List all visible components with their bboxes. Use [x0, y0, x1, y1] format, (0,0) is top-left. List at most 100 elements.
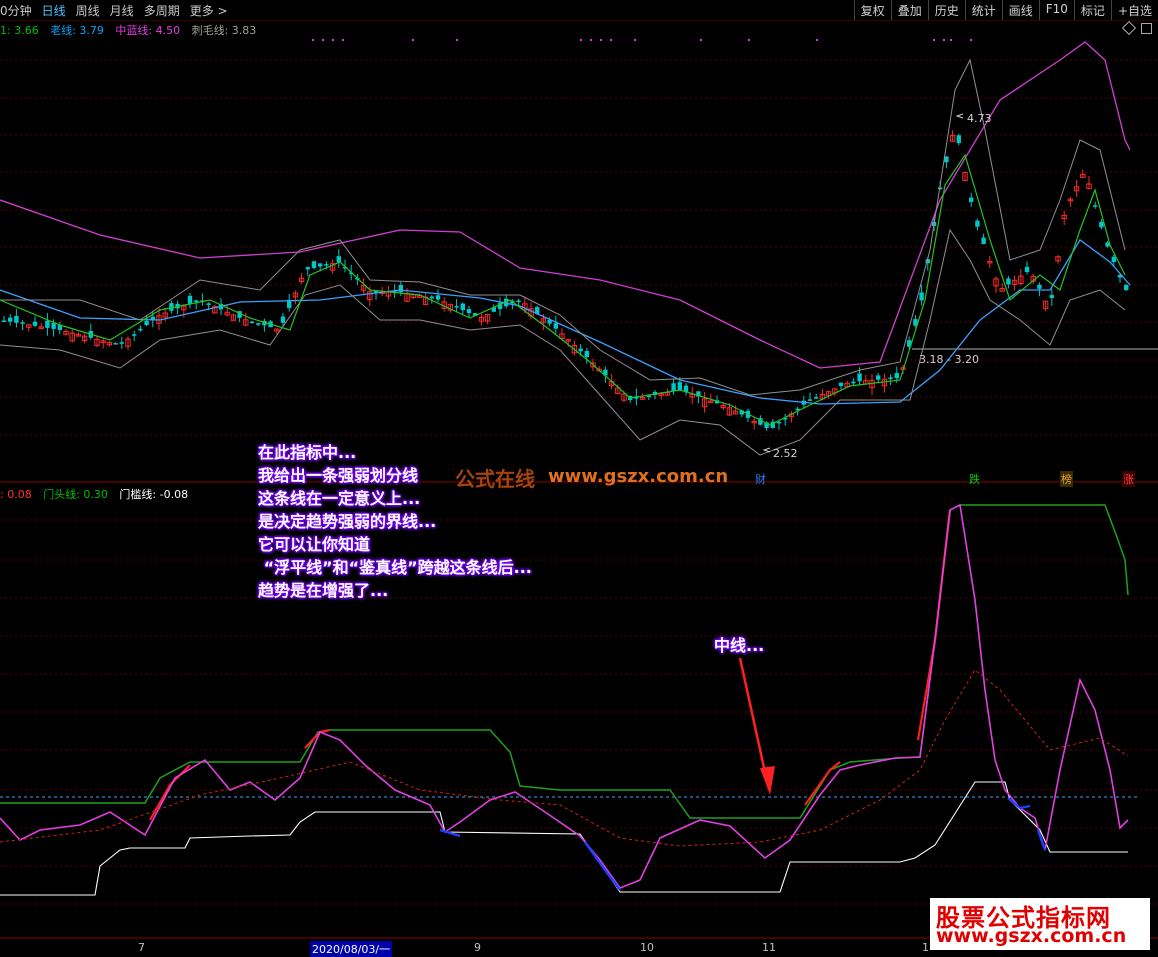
event-marker-up[interactable]: 涨	[1122, 471, 1135, 487]
watermark-url: www.gszx.com.cn	[548, 466, 729, 487]
candle-body	[429, 296, 434, 299]
arrow-head	[760, 766, 775, 795]
spike-line-upper	[0, 58, 1126, 396]
candle-body	[318, 263, 323, 267]
price-range-label: 3.18 - 3.20	[919, 353, 979, 366]
candle-body	[460, 303, 465, 311]
candle-body	[119, 342, 124, 344]
date-tick: 7	[138, 941, 145, 954]
legend-item-value: : 0.08	[0, 488, 32, 501]
legend-item-mid-blue-line: 中蓝线: 4.50	[115, 24, 181, 37]
signal-dot	[342, 39, 344, 41]
candle-body	[876, 375, 881, 380]
signal-dot	[634, 39, 636, 41]
candle-body	[256, 323, 261, 325]
candle-body	[1099, 221, 1104, 228]
candle-body	[138, 328, 143, 331]
signal-dot	[610, 39, 612, 41]
high-pointer-icon	[955, 113, 964, 119]
arrow-shaft	[738, 657, 770, 787]
candle-body	[311, 261, 317, 268]
candle-body	[969, 197, 974, 202]
candle-body	[32, 321, 38, 326]
candle-body	[857, 373, 862, 382]
candle-body	[807, 399, 813, 401]
candle-body	[671, 383, 676, 392]
top-indicator-legend: 1: 3.66 老线: 3.79 中蓝线: 4.50 刺毛线: 3.83	[0, 22, 264, 38]
door-head-line	[0, 504, 1129, 819]
candle-body	[51, 322, 56, 329]
mid-line	[0, 503, 1129, 889]
date-tick: 1	[922, 941, 929, 954]
candle-body	[1, 320, 7, 323]
event-marker-down[interactable]: 跌	[968, 471, 981, 487]
signal-dot	[312, 39, 314, 41]
candle-body	[280, 316, 286, 323]
candle-body	[956, 135, 961, 144]
legend-item-door-line: 门头线: 0.30	[43, 488, 108, 501]
candle-body	[187, 295, 193, 304]
candle-body	[336, 256, 341, 263]
signal-dot	[590, 39, 592, 41]
candle-body	[1093, 205, 1098, 207]
candle-body	[776, 421, 782, 424]
signal-dot	[950, 39, 952, 41]
candle-body	[398, 284, 403, 293]
candle-body	[324, 264, 329, 266]
candle-body	[584, 350, 589, 358]
signal-dot	[748, 39, 750, 41]
low-price-label: 2.52	[773, 447, 798, 460]
event-marker-finance[interactable]: 财	[754, 471, 767, 487]
weak-segment	[439, 828, 461, 838]
candle-body	[894, 372, 899, 379]
candle-body	[677, 382, 682, 391]
legend-item-old-line: 老线: 3.79	[50, 24, 104, 37]
candle-body	[305, 267, 310, 270]
spike-line-lower	[0, 228, 1126, 456]
candle-body	[249, 321, 255, 324]
candle-body	[454, 306, 459, 308]
candle-body	[144, 320, 149, 326]
threshold-line	[0, 781, 1128, 896]
candle-body	[646, 395, 651, 398]
event-marker-rank[interactable]: 榜	[1060, 471, 1073, 487]
candle-body	[1049, 295, 1054, 298]
rise-segment	[916, 509, 952, 741]
legend-item-threshold-line: 门槛线: -0.08	[119, 488, 189, 501]
candle-body	[888, 377, 893, 379]
candle-body	[206, 303, 211, 305]
signal-dot	[700, 39, 702, 41]
signal-dot	[600, 39, 602, 41]
signal-dot	[816, 39, 818, 41]
candle-body	[919, 292, 924, 301]
candle-body	[578, 348, 583, 352]
candle-body	[1006, 278, 1011, 285]
candle-body	[1037, 284, 1042, 289]
signal-dot	[412, 39, 414, 41]
candle-body	[553, 323, 558, 329]
weak-segment	[1007, 797, 1031, 810]
signal-dot	[933, 39, 935, 41]
legend-item-spike-line: 刺毛线: 3.83	[191, 24, 257, 37]
date-tick: 9	[474, 941, 481, 954]
explanation-note: 在此指标中... 我给出一条强弱划分线 这条线在一定意义上... 是决定趋势强弱…	[258, 443, 532, 600]
date-tick: 11	[762, 941, 776, 954]
low-pointer-icon	[762, 447, 771, 453]
date-tick: 10	[640, 941, 654, 954]
ma1-line	[0, 153, 1126, 426]
signal-dot	[332, 39, 334, 41]
midline-note: 中线...	[714, 636, 765, 655]
candle-body	[45, 320, 50, 328]
candle-body	[14, 315, 19, 323]
candle-body	[113, 343, 118, 345]
candle-body	[1124, 284, 1129, 290]
signal-dot	[943, 39, 945, 41]
date-axis: 7 2020/08/03/一 9 10 11 1	[0, 940, 1158, 957]
candle-body	[1024, 266, 1030, 272]
candle-body	[435, 295, 441, 300]
candle-body	[814, 397, 819, 399]
collapse-icon[interactable]	[1141, 23, 1152, 34]
high-price-label: 4.73	[967, 112, 992, 125]
candle-body	[838, 382, 844, 387]
candle-body	[975, 220, 980, 227]
